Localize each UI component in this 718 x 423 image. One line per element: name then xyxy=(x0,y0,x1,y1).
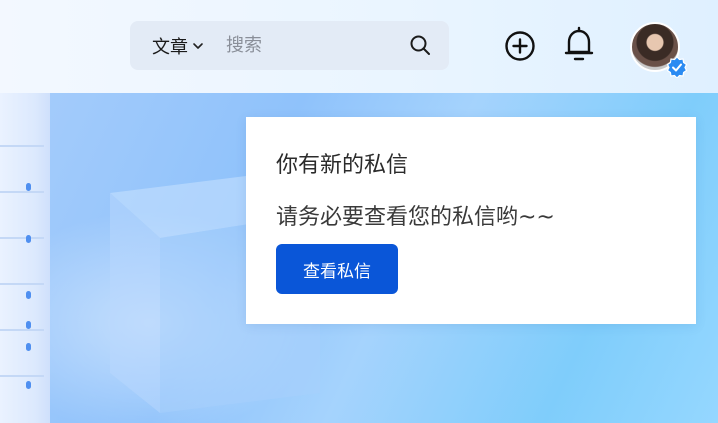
search-input[interactable] xyxy=(222,21,392,70)
bell-icon[interactable] xyxy=(562,26,596,64)
server-light xyxy=(26,343,31,351)
server-slot xyxy=(0,287,44,331)
top-header: 文章 xyxy=(0,0,718,93)
server-light xyxy=(26,235,31,243)
create-plus-icon[interactable] xyxy=(504,30,536,62)
verified-badge-icon xyxy=(666,56,688,78)
decorative-server-rack xyxy=(0,93,50,423)
server-slot xyxy=(0,333,44,377)
server-light xyxy=(26,183,31,191)
server-slot xyxy=(0,195,44,239)
server-slot xyxy=(0,103,44,147)
card-title: 你有新的私信 xyxy=(276,153,409,178)
server-light xyxy=(26,291,31,299)
server-light xyxy=(26,321,31,329)
view-messages-button[interactable]: 查看私信 xyxy=(276,244,398,294)
chevron-down-icon xyxy=(193,42,203,49)
search-icon[interactable] xyxy=(408,33,432,57)
search-type-dropdown[interactable]: 文章 xyxy=(152,21,204,70)
new-message-card: 你有新的私信 请务必要查看您的私信哟~~ 查看私信 xyxy=(246,117,696,324)
server-light xyxy=(26,381,31,389)
search-type-label: 文章 xyxy=(152,36,188,58)
server-slot xyxy=(0,149,44,193)
card-message-text: 请务必要查看您的私信哟~~ xyxy=(276,205,555,230)
server-slot xyxy=(0,241,44,285)
search-bar: 文章 xyxy=(130,21,449,70)
